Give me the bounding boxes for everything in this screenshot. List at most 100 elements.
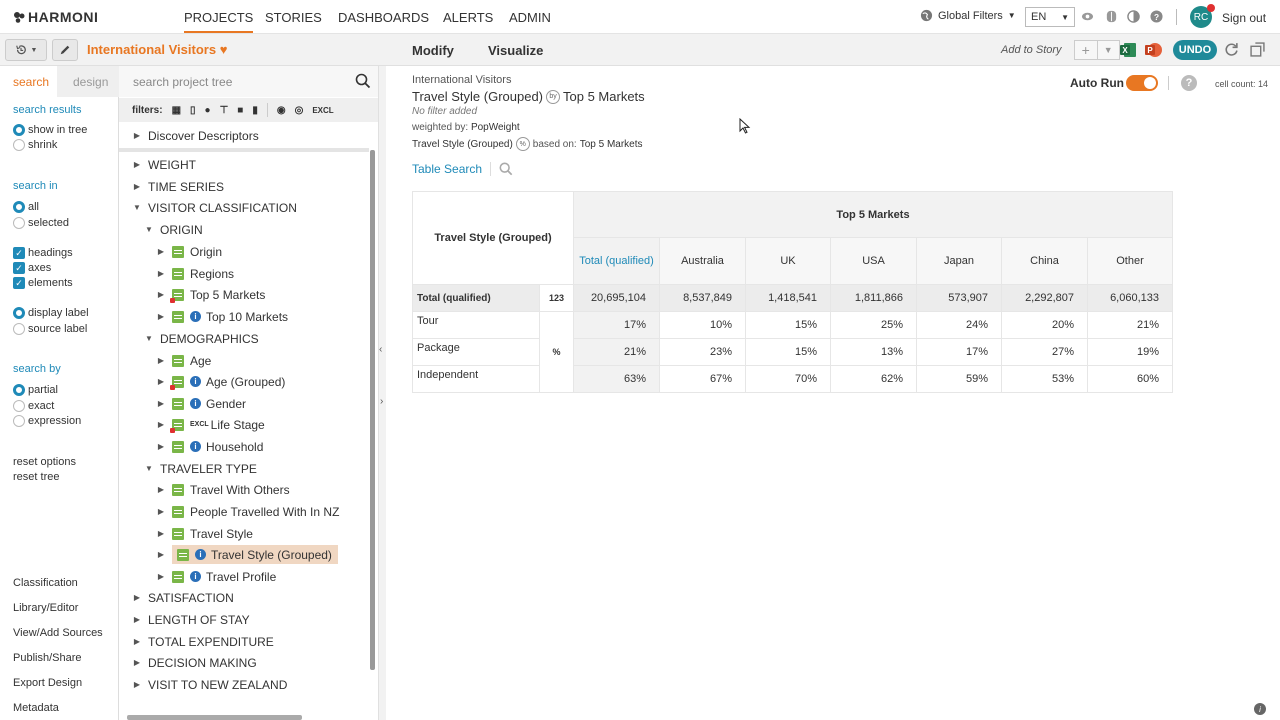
tree-node-top10[interactable]: ▶ i Top 10 Markets [157,306,288,327]
check-elements[interactable]: ✓ elements [13,277,73,289]
tree-node-origin[interactable]: ▶ Origin [157,241,222,262]
nav-projects[interactable]: PROJECTS [184,10,254,33]
tree-node-time-series[interactable]: ▶ TIME SERIES [133,176,224,197]
tree-node-age[interactable]: ▶ Age [157,350,211,371]
history-button[interactable]: ▼ [5,39,47,61]
info-icon[interactable]: i [1254,703,1266,715]
check-axes[interactable]: ✓ axes [13,262,51,274]
nav-stories[interactable]: STORIES [265,10,322,25]
info-icon[interactable]: i [190,398,201,409]
caret-right-icon[interactable]: ▶ [157,377,165,386]
info-icon[interactable]: i [190,571,201,582]
column-header[interactable]: China [1001,237,1088,285]
tree-node-age-grouped[interactable]: ▶ i Age (Grouped) [157,371,285,392]
caret-right-icon[interactable]: ▶ [133,593,141,602]
caret-right-icon[interactable]: ▶ [157,507,165,516]
caret-right-icon[interactable]: ▶ [157,529,165,538]
option-all[interactable]: all [13,201,39,213]
language-select[interactable]: EN ▼ [1025,7,1075,27]
tab-design[interactable]: design [73,75,108,89]
tree-node-gender[interactable]: ▶ i Gender [157,393,246,414]
column-header[interactable]: Australia [659,237,746,285]
help-icon[interactable]: ? [1181,75,1197,91]
option-exact[interactable]: exact [13,400,54,412]
nav-dashboards[interactable]: DASHBOARDS [338,10,429,25]
radio-off-icon[interactable] [13,323,25,335]
eye-icon[interactable] [1081,10,1094,23]
info-icon[interactable]: i [190,376,201,387]
tree-node-discover[interactable]: ▶ Discover Descriptors [133,125,259,146]
weight-name[interactable]: PopWeight [471,122,520,133]
column-header-total[interactable]: Total (qualified) [573,237,660,285]
heart-icon[interactable]: ♥ [220,42,228,57]
row-header-total[interactable]: Total (qualified) [412,284,540,312]
caret-right-icon[interactable]: ▶ [157,399,165,408]
caret-right-icon[interactable]: ▶ [157,290,165,299]
column-header[interactable]: Other [1087,237,1173,285]
contrast-icon[interactable] [1127,10,1140,23]
excel-icon[interactable]: X [1120,42,1137,58]
percent-badge[interactable]: % [515,137,530,151]
document-filter-icon[interactable]: ■ [237,105,243,116]
row-header[interactable]: Tour [412,311,540,339]
caret-right-icon[interactable]: ▶ [157,269,165,278]
link-classification[interactable]: Classification [13,577,78,589]
reset-options-link[interactable]: reset options [13,456,76,468]
caret-right-icon[interactable]: ▶ [157,356,165,365]
radio-off-icon[interactable] [13,217,25,229]
panel-splitter[interactable]: ‹ › [378,66,386,720]
plus-icon[interactable]: + [1075,41,1097,59]
row-header[interactable]: Independent [412,365,540,393]
tree-node-travel-style-grouped[interactable]: ▶ i Travel Style (Grouped) [157,544,338,565]
undo-button[interactable]: UNDO [1173,40,1217,60]
option-source-label[interactable]: source label [13,323,87,335]
tree-node-origin-group[interactable]: ▼ ORIGIN [145,219,203,240]
caret-right-icon[interactable]: ▶ [133,680,141,689]
option-show-in-tree[interactable]: show in tree [13,124,87,136]
caret-right-icon[interactable]: ▶ [133,160,141,169]
link-publish-share[interactable]: Publish/Share [13,652,82,664]
collapse-left-icon[interactable]: ‹ [379,344,382,355]
tree-node-travel-profile[interactable]: ▶ i Travel Profile [157,566,276,587]
tree-node-household[interactable]: ▶ i Household [157,436,263,457]
caret-right-icon[interactable]: ▶ [157,420,165,429]
tree-node-visitor-classification[interactable]: ▼ VISITOR CLASSIFICATION [133,197,297,218]
based-on-value[interactable]: Top 5 Markets [580,139,643,150]
row-header[interactable]: Package [412,338,540,366]
tab-modify[interactable]: Modify [412,43,454,58]
checkbox-checked-icon[interactable]: ✓ [13,262,25,274]
tree-node-demographics[interactable]: ▼ DEMOGRAPHICS [145,328,259,349]
caret-right-icon[interactable]: ▶ [133,637,141,646]
radio-off-icon[interactable] [13,400,25,412]
table-search-link[interactable]: Table Search [412,162,482,176]
tree-node-travel-style[interactable]: ▶ Travel Style [157,523,253,544]
tree-vertical-scrollbar[interactable] [370,150,375,670]
column-variable[interactable]: Top 5 Markets [563,89,645,104]
info-icon[interactable]: i [190,441,201,452]
tag-filter-icon[interactable]: ▮ [252,105,258,116]
search-icon[interactable] [499,162,513,176]
caret-right-icon[interactable]: ▶ [157,442,165,451]
checkbox-checked-icon[interactable]: ✓ [13,247,25,259]
caret-down-icon[interactable]: ▼ [145,464,153,473]
option-display-label[interactable]: display label [13,307,89,319]
option-shrink[interactable]: shrink [13,139,57,151]
chevron-down-icon[interactable]: ▼ [1096,41,1120,59]
check-headings[interactable]: ✓ headings [13,247,73,259]
caret-right-icon[interactable]: ▶ [157,485,165,494]
option-expression[interactable]: expression [13,415,81,427]
global-filters-button[interactable]: Global Filters ▼ [920,9,1016,22]
caret-right-icon[interactable]: ▶ [133,615,141,624]
option-partial[interactable]: partial [13,384,58,396]
hierarchy-filter-icon[interactable]: ⊤ [220,105,229,116]
tree-node-regions[interactable]: ▶ Regions [157,263,234,284]
tree-node-travel-with-others[interactable]: ▶ Travel With Others [157,479,290,500]
tree-node-length-of-stay[interactable]: ▶ LENGTH OF STAY [133,609,250,630]
tree-node-life-stage[interactable]: ▶ EXCL Life Stage [157,414,265,435]
radio-on-icon[interactable] [13,384,25,396]
popout-icon[interactable] [1250,42,1265,57]
refresh-icon[interactable] [1224,42,1239,57]
column-filter-icon[interactable]: ▯ [190,105,196,116]
caret-right-icon[interactable]: ▶ [133,658,141,667]
link-view-add-sources[interactable]: View/Add Sources [13,627,103,639]
